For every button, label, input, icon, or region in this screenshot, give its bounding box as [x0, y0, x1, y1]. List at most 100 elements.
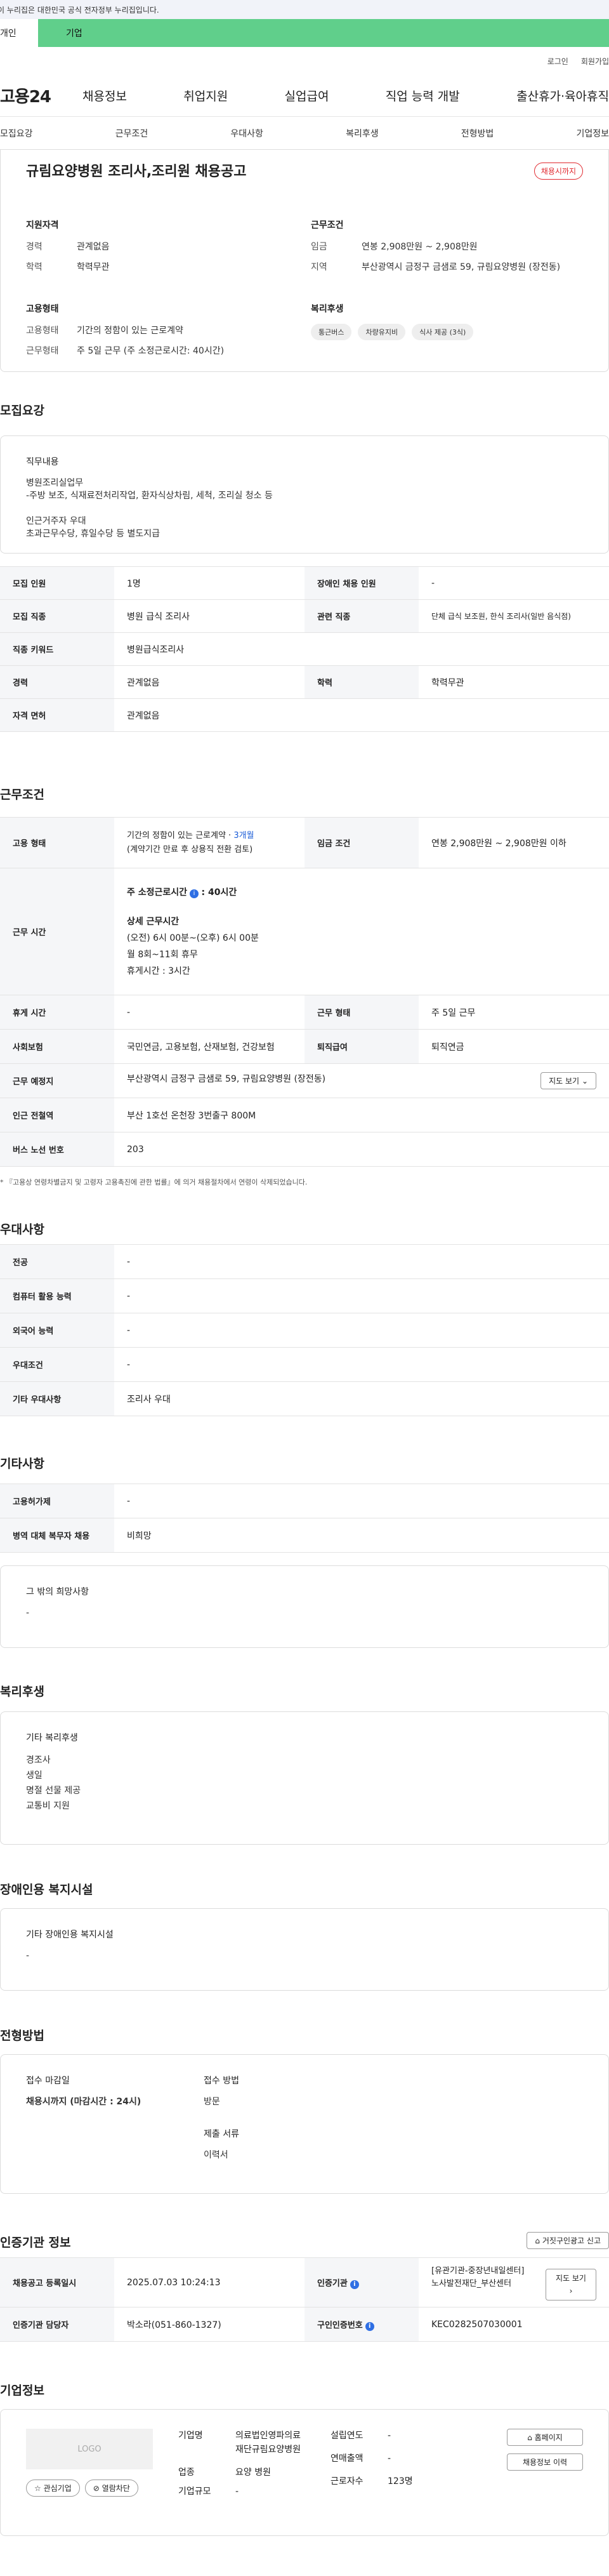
org-map-button[interactable]: 지도 보기 ›	[546, 2268, 596, 2300]
employment-title: 고용형태	[26, 304, 59, 314]
welfare-box-title: 기타 복리후생	[26, 1733, 78, 1743]
login-link[interactable]: 로그인	[547, 56, 568, 67]
map-view-label: 지도 보기	[549, 1077, 580, 1086]
disabled-facility-box: 기타 장애인용 복지시설 -	[0, 1908, 609, 1991]
welfare-item: 경조사	[26, 1755, 51, 1765]
duty-line: 인근거주자 우대	[26, 516, 86, 526]
emp-type-value: 기간의 정함이 있는 근로계약	[77, 326, 183, 336]
block-view-button[interactable]: ⊘ 열람차단	[84, 2480, 138, 2497]
company-name-value: 재단규림요양병원	[235, 2445, 301, 2455]
info-icon[interactable]: i	[190, 889, 199, 898]
info-icon[interactable]: i	[350, 2280, 359, 2289]
table-row: 경력 관계없음 학력 학력무관	[0, 665, 609, 699]
favorite-label: 관심기업	[43, 2484, 72, 2493]
table-cell: 연봉 2,908만원 ~ 2,908만원 이하	[419, 817, 609, 868]
company-section-title: 기업정보	[0, 2384, 44, 2398]
table-cell: 국민연금, 고용보험, 산재보험, 건강보험	[114, 1029, 304, 1064]
table-cell: KEC0282507030001	[419, 2307, 609, 2342]
table-row: 고용 형태 기간의 정함이 있는 근로계약 · 3개월 (계약기간 만료 후 상…	[0, 817, 609, 868]
info-icon[interactable]: i	[365, 2321, 374, 2331]
wage-label: 임금	[311, 242, 327, 252]
favorite-company-button[interactable]: ☆ 관심기업	[26, 2480, 80, 2497]
duty-line: 초과근무수당, 휴일수당 등 별도지급	[26, 529, 160, 539]
recruit-table: 모집 인원 1명 장애인 채용 인원 - 모집 직종 병원 급식 조리사 관련 …	[0, 566, 609, 732]
table-header-cell: 관련 직종	[304, 599, 419, 633]
welfare-block: 복리후생 통근버스 차량유지비 식사 제공 (3식)	[311, 302, 583, 364]
table-header-cell: 우대조건	[0, 1347, 114, 1382]
method-value: 방문	[204, 2097, 220, 2107]
table-row: 인증기관 담당자 박소라(051-860-1327) 구인인증번호 i KEC02…	[0, 2307, 609, 2342]
table-header-cell: 근무 형태	[304, 995, 419, 1030]
chevron-down-icon: ⌄	[581, 1077, 588, 1086]
table-cell: 단체 급식 보조원, 한식 조리사(일반 음식점)	[419, 599, 609, 633]
table-row: 모집 직종 병원 급식 조리사 관련 직종 단체 급식 보조원, 한식 조리사(…	[0, 599, 609, 633]
wage-value: 연봉 2,908만원 ~ 2,908만원	[362, 242, 478, 252]
gnb-item-leave[interactable]: 출산휴가·육아휴직	[516, 87, 609, 104]
block-label: 열람차단	[102, 2484, 130, 2493]
duty-box: 직무내용 병원조리실업무 -주방 보조, 식재료전처리작업, 환자식상차림, 세…	[0, 435, 609, 554]
star-icon: ☆	[34, 2484, 41, 2493]
subnav-preference[interactable]: 우대사항	[230, 127, 263, 140]
table-header-cell: 외국어 능력	[0, 1313, 114, 1348]
deadline-badge: 채용시까지	[534, 163, 583, 180]
table-row: 병역 대체 복무자 채용 비희망	[0, 1518, 609, 1553]
gnb-item-employment-support[interactable]: 취업지원	[183, 87, 228, 104]
career-value: 관계없음	[77, 242, 110, 252]
signup-link[interactable]: 회원가입	[581, 56, 609, 67]
org-label: 인증기관	[317, 2278, 348, 2288]
gnb-item-jobs[interactable]: 채용정보	[82, 87, 127, 104]
condition-title: 근무조건	[311, 220, 344, 230]
table-cell: 부산 1호선 온천장 3번출구 800M	[114, 1098, 609, 1132]
table-header-cell: 경력	[0, 665, 114, 699]
detail-hours-line: 월 8회~11회 휴무	[127, 949, 198, 960]
subnav-conditions[interactable]: 근무조건	[115, 127, 148, 140]
table-row: 우대조건 -	[0, 1347, 609, 1382]
welfare-section-title: 복리후생	[0, 1685, 44, 1699]
education-label: 학력	[26, 262, 43, 272]
subnav-selection[interactable]: 전형방법	[461, 127, 494, 140]
employment-block: 고용형태 고용형태 기간의 정함이 있는 근로계약 근무형태 주 5일 근무 (주 …	[26, 302, 298, 364]
home-icon: ⌂	[527, 2433, 532, 2442]
table-header-cell: 컴퓨터 활용 능력	[0, 1278, 114, 1313]
subnav-welfare[interactable]: 복리후생	[346, 127, 379, 140]
duty-title: 직무내용	[26, 457, 59, 467]
table-cell: -	[114, 995, 304, 1030]
table-header-cell: 고용 형태	[0, 817, 114, 868]
age-notice: * 『고용상 연령차별금지 및 고령자 고용촉진에 관한 법률』에 의거 채용절…	[0, 1178, 308, 1186]
founded-value: -	[388, 2431, 391, 2441]
subnav-company[interactable]: 기업정보	[576, 127, 609, 140]
gnb-item-unemployment[interactable]: 실업급여	[285, 87, 329, 104]
table-header-cell: 사회보험	[0, 1029, 114, 1064]
deadline-value: 채용시까지 (마감시간 : 24시)	[26, 2097, 141, 2107]
table-cell: 병원급식조리사	[114, 632, 609, 666]
table-header-cell: 장애인 채용 인원	[304, 566, 419, 600]
table-cell: 박소라(051-860-1327)	[114, 2307, 304, 2342]
table-row: 인근 전철역 부산 1호선 온천장 3번출구 800M	[0, 1098, 609, 1132]
industry-value: 요양 병원	[235, 2467, 271, 2478]
report-fake-ad-button[interactable]: ⌂ 거짓구인광고 신고	[527, 2232, 609, 2249]
utility-bar: 로그인 회원가입	[0, 47, 609, 75]
global-nav: 고용24 채용정보 취업지원 실업급여 직업 능력 개발 출산휴가·육아휴직	[0, 75, 609, 117]
table-cell: 주 5일 근무	[419, 995, 609, 1030]
tab-individual[interactable]: 개인	[0, 19, 38, 47]
founded-label: 설립연도	[331, 2431, 363, 2441]
subnav-recruit[interactable]: 모집요강	[0, 127, 33, 140]
conditions-table: 고용 형태 기간의 정함이 있는 근로계약 · 3개월 (계약기간 만료 후 상…	[0, 817, 609, 1167]
hiring-history-button[interactable]: 채용정보 이력	[507, 2453, 583, 2471]
homepage-button[interactable]: ⌂ 홈페이지	[507, 2429, 583, 2446]
gnb-item-training[interactable]: 직업 능력 개발	[386, 87, 460, 104]
table-header-cell: 채용공고 등록일시	[0, 2257, 114, 2307]
table-row: 휴게 시간 - 근무 형태 주 5일 근무	[0, 995, 609, 1030]
hours-label: 주 소정근로시간	[127, 887, 188, 898]
tab-company[interactable]: 기업	[38, 19, 609, 47]
map-view-button[interactable]: 지도 보기 ⌄	[540, 1072, 596, 1089]
table-header-cell: 모집 직종	[0, 599, 114, 633]
table-cell: -	[114, 1347, 609, 1382]
table-header-cell: 버스 노선 번호	[0, 1132, 114, 1167]
site-logo[interactable]: 고용24	[0, 84, 76, 107]
industry-label: 업종	[178, 2467, 195, 2478]
wish-title: 그 밖의 희망사항	[26, 1587, 89, 1597]
career-label: 경력	[26, 242, 43, 252]
employees-label: 근로자수	[331, 2476, 363, 2486]
work-place-value: 부산광역시 금정구 금샘로 59, 규림요양병원 (장전동)	[127, 1074, 326, 1084]
